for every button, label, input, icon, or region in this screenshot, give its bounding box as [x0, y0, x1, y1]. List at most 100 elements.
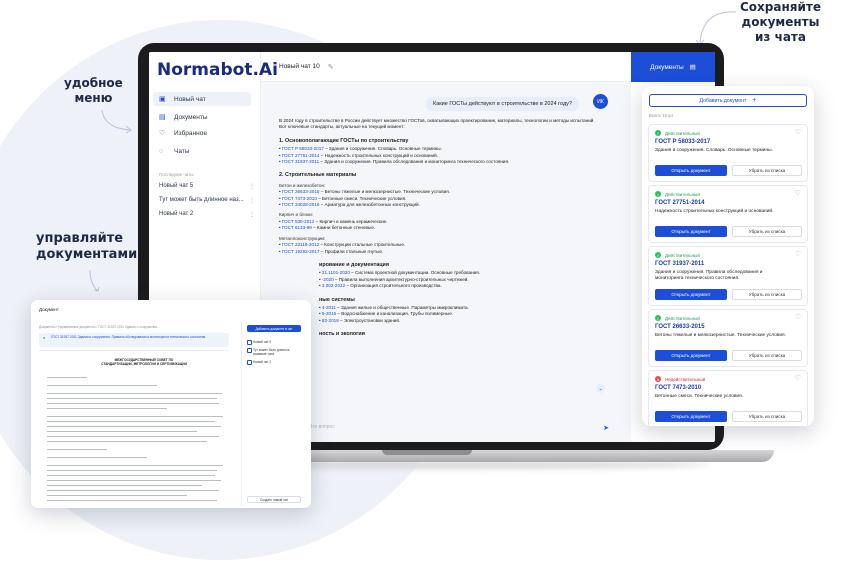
- more-icon[interactable]: ⋮: [249, 211, 255, 218]
- document-code[interactable]: ГОСТ Р 58033-2017: [655, 139, 710, 145]
- open-document-button[interactable]: Открыть документ: [655, 165, 727, 176]
- gost-link[interactable]: 4-2011: [322, 305, 336, 310]
- gost-link[interactable]: ГОСТ 19292-2017: [282, 249, 320, 254]
- section-title: 2. Строительные материалы: [279, 172, 357, 179]
- sidebar-item-favorites[interactable]: ♡ Избранное: [153, 126, 251, 140]
- document-code[interactable]: ГОСТ 31937-2011: [655, 261, 704, 267]
- more-icon[interactable]: ⋮: [249, 183, 255, 190]
- new-chat-button[interactable]: Создать новый чат: [247, 496, 301, 503]
- documents-tab[interactable]: Документы ▤: [631, 52, 715, 82]
- chat-checkbox-item[interactable]: Новый чат 2: [247, 360, 302, 365]
- annotation-menu-line1: удобное: [64, 76, 123, 90]
- status-label: Действительный: [665, 252, 700, 258]
- message-input[interactable]: адайте вопрос ➤: [261, 424, 631, 438]
- document-card: ✓ Действительный ♡ ГОСТ 31937-2011 Здания…: [648, 246, 808, 306]
- document-icon: ▤: [159, 113, 166, 121]
- plus-icon: +: [752, 97, 757, 104]
- add-document-button[interactable]: Добавить документ +: [649, 94, 807, 107]
- open-document-button[interactable]: Открыть документ: [655, 411, 727, 422]
- scroll-down-button[interactable]: ⌄: [596, 384, 605, 393]
- remove-document-button[interactable]: Убрать из списка: [732, 289, 802, 300]
- bot-answer: В 2024 году в строительстве в России дей…: [279, 118, 599, 340]
- gost-link[interactable]: ГОСТ 34028-2016: [282, 202, 320, 207]
- list-item-text: – Электроустановки зданий.: [338, 317, 401, 323]
- status-badge: ✓ Действительный: [655, 315, 700, 321]
- document-code[interactable]: ГОСТ 26633-2015: [655, 324, 705, 330]
- heart-icon[interactable]: ♡: [795, 250, 801, 258]
- list-item: 82-2018 – Электроустановки зданий.: [319, 318, 599, 324]
- user-message: Какие ГОСТы действуют в строительстве в …: [426, 97, 579, 111]
- annotation-save: Сохраняйте документы из чата: [740, 0, 821, 45]
- gost-link[interactable]: ГОСТ Р 58033-2017: [282, 146, 324, 151]
- send-icon[interactable]: ➤: [603, 424, 609, 432]
- sidebar-item-chats[interactable]: ◌ Чаты: [153, 144, 251, 158]
- annotation-docs-line2: документами: [36, 247, 138, 262]
- list-item-text: – Водоснабжение и канализация. Трубы пол…: [336, 311, 454, 317]
- document-code[interactable]: ГОСТ 7473-2010: [655, 385, 701, 391]
- sidebar-item-new-chat[interactable]: ▣ Новый чат: [153, 92, 251, 106]
- text-line: [47, 485, 202, 487]
- check-icon: ✓: [655, 191, 661, 197]
- list-item-text: – Система проектной документации. Основн…: [349, 270, 480, 276]
- open-document-button[interactable]: Открыть документ: [655, 350, 727, 361]
- document-card: ✓ Действительный ♡ ГОСТ 26633-2015 Бетоны…: [648, 309, 808, 367]
- check-icon: ✓: [655, 130, 661, 136]
- gost-link[interactable]: ГОСТ 23118-2012: [282, 242, 319, 247]
- document-code[interactable]: ГОСТ 27751-2014: [655, 200, 705, 206]
- gost-link[interactable]: ГОСТ 26633-2015: [282, 189, 320, 194]
- text-line: [47, 495, 187, 497]
- section-title: ность и экология: [319, 331, 365, 338]
- remove-document-button[interactable]: Убрать из списка: [732, 411, 802, 422]
- remove-document-button[interactable]: Убрать из списка: [732, 165, 802, 176]
- add-to-chat-button[interactable]: Добавить документ в чат: [247, 325, 301, 332]
- gost-link[interactable]: ГОСТ 6133-99: [282, 225, 312, 230]
- open-document-button[interactable]: Открыть документ: [655, 226, 727, 237]
- edit-icon[interactable]: ✎: [328, 63, 334, 71]
- gost-link[interactable]: 5-2015: [322, 311, 336, 316]
- gost-link[interactable]: 3.002-2022: [322, 283, 345, 288]
- heart-icon[interactable]: ♡: [795, 374, 801, 382]
- list-item-text: – Организация строительного производства…: [345, 283, 442, 289]
- chat-topbar: Новый чат 10 ✎: [261, 52, 631, 82]
- documents-panel: Добавить документ + Всего: 15 шт ✓ Действ…: [642, 86, 814, 426]
- document-preview: Документ Документы / Нормативные докумен…: [31, 300, 311, 508]
- chat-checkbox-item[interactable]: Тут может быть длинное название чата: [247, 348, 302, 356]
- document-heading: МЕЖГОСУДАРСТВЕННЫЙ СОВЕТ ПО СТАНДАРТИЗАЦ…: [101, 358, 187, 367]
- list-item: ГОСТ 19292-2017 – Профили стальные гнуты…: [279, 249, 599, 255]
- gost-link[interactable]: -2020: [322, 277, 334, 282]
- open-document-button[interactable]: Открыть документ: [655, 289, 727, 300]
- chat-checkbox-item[interactable]: Новый чат 5: [247, 340, 302, 345]
- list-item-text: – Конструкции стальные строительные.: [319, 242, 406, 248]
- history-item[interactable]: Новый чат 5 ⋮: [159, 183, 255, 190]
- gost-link[interactable]: ГОСТ 27751-2014: [282, 153, 320, 158]
- remove-document-button[interactable]: Убрать из списка: [732, 226, 802, 237]
- avatar[interactable]: ИК: [593, 94, 608, 109]
- documents-tab-label: Документы: [650, 63, 684, 71]
- history-item[interactable]: Новый чат 2 ⋮: [159, 211, 255, 218]
- breadcrumb[interactable]: Документы / Нормативные документы / ГОСТ…: [39, 325, 160, 329]
- status-badge: ✓ Действительный: [655, 191, 700, 197]
- text-line: [47, 436, 219, 438]
- annotation-save-line2: документы: [741, 15, 820, 29]
- annotation-menu: удобное меню: [64, 76, 123, 106]
- more-icon[interactable]: ⋮: [249, 197, 255, 204]
- check-icon: ✓: [655, 315, 661, 321]
- sidebar-item-documents[interactable]: ▤ Документы: [153, 110, 251, 124]
- heart-icon[interactable]: ♡: [795, 128, 801, 136]
- preview-title: Документ: [39, 307, 59, 312]
- history-item[interactable]: Тут может быть длинное наз... ⋮: [159, 197, 255, 204]
- heart-icon[interactable]: ♡: [795, 313, 801, 321]
- remove-document-button[interactable]: Убрать из списка: [732, 350, 802, 361]
- gost-link[interactable]: 21.1101-2020: [322, 270, 350, 275]
- document-desc: Здания и сооружения. Правила обследовани…: [655, 270, 763, 281]
- gost-link[interactable]: ГОСТ 7473-2010: [282, 196, 317, 201]
- list-item-text: – Здания жилые и общественные. Параметры…: [335, 304, 469, 310]
- heart-icon[interactable]: ♡: [795, 189, 801, 197]
- list-item-text: – Правила выполнения архитектурно-строит…: [333, 276, 469, 282]
- gost-link[interactable]: ГОСТ 530-2012: [282, 219, 314, 224]
- gost-link[interactable]: 82-2018: [322, 318, 339, 323]
- text-line: [47, 385, 157, 387]
- answer-intro: В 2024 году в строительстве в России дей…: [279, 118, 595, 130]
- gost-link[interactable]: ГОСТ 31937-2011: [282, 159, 319, 164]
- list-item-text: – Надежность строительных конструкций и …: [319, 152, 438, 158]
